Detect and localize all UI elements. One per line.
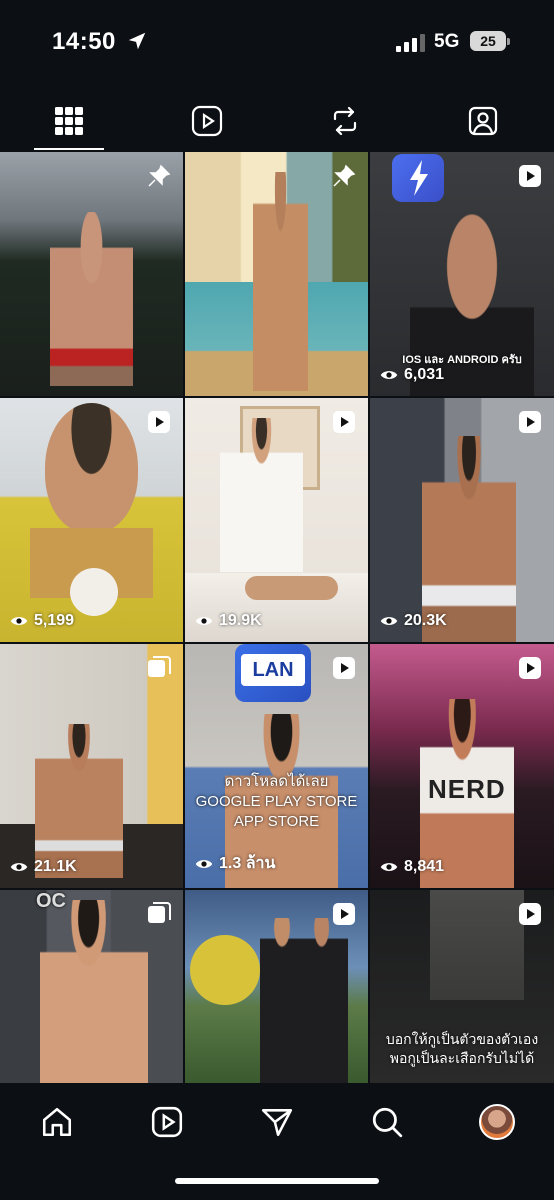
post-thumbnail[interactable]: 19.9K bbox=[185, 398, 368, 642]
tagged-icon bbox=[468, 106, 498, 136]
eye-icon bbox=[10, 617, 28, 625]
post-thumbnail[interactable]: 21.1K bbox=[0, 644, 183, 888]
view-count: 6,031 bbox=[380, 366, 444, 384]
profile-tabs bbox=[0, 92, 554, 152]
view-count: 5,199 bbox=[10, 612, 74, 630]
reel-icon bbox=[333, 903, 355, 925]
reel-icon bbox=[519, 903, 541, 925]
post-thumbnail[interactable] bbox=[185, 152, 368, 396]
view-count: 21.1K bbox=[10, 858, 77, 876]
home-icon bbox=[42, 1107, 72, 1137]
post-thumbnail[interactable]: NERD 8,841 bbox=[370, 644, 554, 888]
status-bar: 14:50 5G 25 bbox=[0, 0, 554, 84]
reel-icon bbox=[148, 411, 170, 433]
eye-icon bbox=[380, 371, 398, 379]
nav-profile[interactable] bbox=[474, 1099, 520, 1145]
post-overlay-text: ดาวโหลดได้เลย GOOGLE PLAY STORE APP STOR… bbox=[195, 773, 358, 830]
nav-home[interactable] bbox=[34, 1099, 80, 1145]
profile-avatar bbox=[479, 1104, 515, 1140]
post-thumbnail[interactable] bbox=[0, 152, 183, 396]
view-count: 19.9K bbox=[195, 612, 262, 630]
view-count: 20.3K bbox=[380, 612, 447, 630]
post-caption-text: บอกให้กูเป็นตัวของตัวเอง พอกูเป็นละเสือก… bbox=[385, 1031, 539, 1066]
search-icon bbox=[372, 1107, 403, 1138]
view-count: 8,841 bbox=[380, 858, 444, 876]
messages-icon bbox=[261, 1109, 293, 1137]
grid-icon bbox=[55, 107, 83, 135]
battery-indicator: 25 bbox=[470, 31, 510, 51]
reels-icon bbox=[151, 1106, 183, 1138]
post-thumbnail[interactable]: 20.3K bbox=[370, 398, 554, 642]
tab-tagged[interactable] bbox=[414, 92, 552, 150]
app-logo-text: LAN bbox=[241, 654, 305, 686]
tab-reposts[interactable] bbox=[276, 92, 414, 150]
post-thumbnail[interactable]: IOS และ ANDROID ครับ 6,031 bbox=[370, 152, 554, 396]
view-count: 1.3 ล้าน bbox=[195, 851, 275, 876]
status-time: 14:50 bbox=[52, 28, 116, 55]
signal-icon bbox=[396, 34, 425, 52]
nav-messages[interactable] bbox=[254, 1099, 300, 1145]
reel-icon bbox=[519, 411, 541, 433]
post-thumbnail[interactable]: 5,199 bbox=[0, 398, 183, 642]
post-thumbnail[interactable] bbox=[185, 890, 368, 1083]
eye-icon bbox=[380, 617, 398, 625]
home-indicator bbox=[175, 1178, 379, 1184]
post-thumbnail[interactable]: LAN ดาวโหลดได้เลย GOOGLE PLAY STORE APP … bbox=[185, 644, 368, 888]
nav-reels[interactable] bbox=[144, 1099, 190, 1145]
eye-icon bbox=[195, 617, 213, 625]
location-arrow-icon bbox=[128, 32, 146, 50]
reel-icon bbox=[333, 657, 355, 679]
shirt-print-text: NERD bbox=[428, 774, 506, 804]
carousel-icon bbox=[148, 902, 171, 923]
tab-grid[interactable] bbox=[0, 92, 138, 150]
app-logo-icon bbox=[410, 160, 428, 196]
eye-icon bbox=[380, 863, 398, 871]
pin-icon bbox=[148, 164, 171, 187]
reel-icon bbox=[519, 165, 541, 187]
post-thumbnail[interactable]: OC bbox=[0, 890, 183, 1083]
network-type: 5G bbox=[434, 31, 460, 52]
post-thumbnail[interactable]: บอกให้กูเป็นตัวของตัวเอง พอกูเป็นละเสือก… bbox=[370, 890, 554, 1083]
reel-icon bbox=[333, 411, 355, 433]
posts-grid: IOS และ ANDROID ครับ 6,031 5,199 19.9K 2… bbox=[0, 152, 554, 1083]
pin-icon bbox=[333, 164, 356, 187]
repost-icon bbox=[333, 106, 357, 136]
tab-reels[interactable] bbox=[138, 92, 276, 150]
reels-icon bbox=[191, 105, 223, 137]
nav-search[interactable] bbox=[364, 1099, 410, 1145]
eye-icon bbox=[195, 859, 213, 868]
carousel-icon bbox=[148, 656, 171, 677]
reel-icon bbox=[519, 657, 541, 679]
eye-icon bbox=[10, 863, 28, 871]
